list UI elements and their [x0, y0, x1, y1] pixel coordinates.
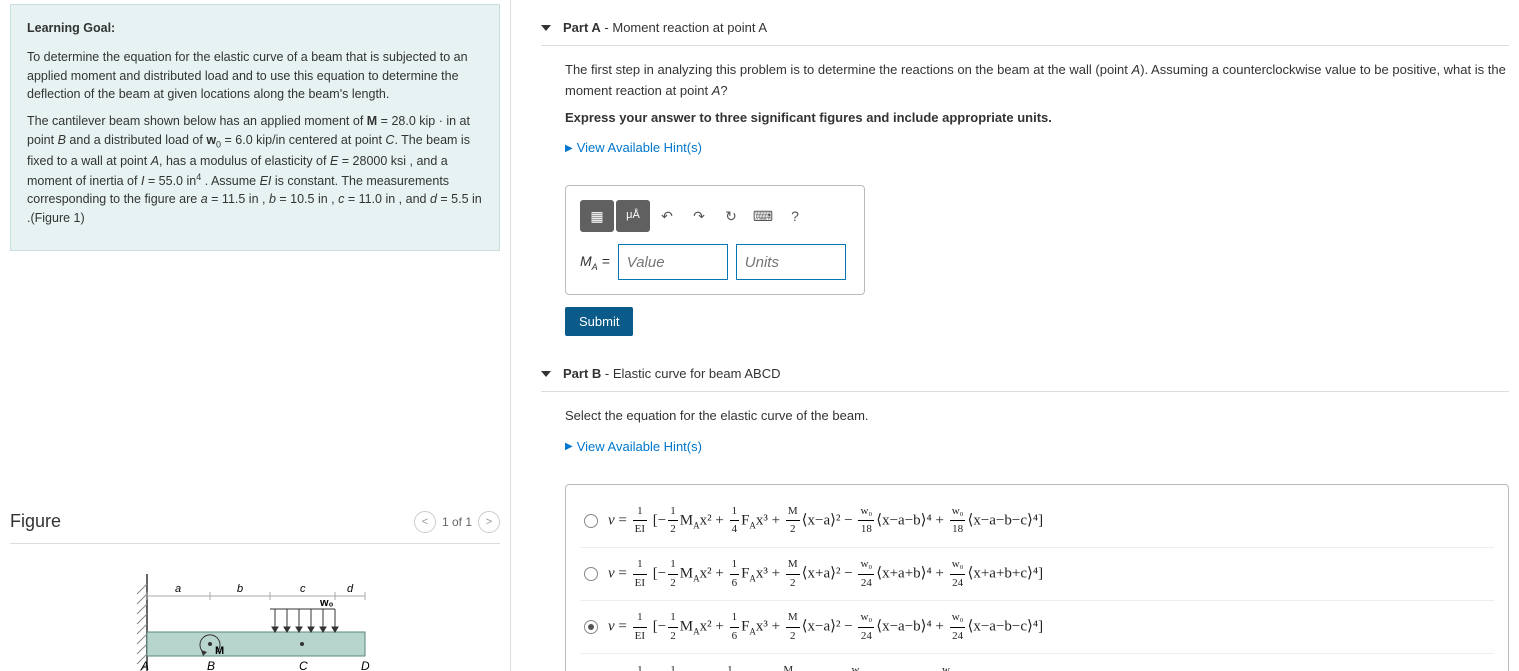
figure-header: Figure < 1 of 1 > [10, 511, 500, 544]
figure-title: Figure [10, 511, 61, 532]
part-b-question: Select the equation for the elastic curv… [565, 406, 1509, 427]
units-input[interactable] [736, 244, 846, 280]
caret-down-icon [541, 25, 551, 31]
svg-text:d: d [347, 583, 354, 595]
figure-nav: < 1 of 1 > [414, 511, 500, 533]
svg-text:M: M [215, 645, 224, 657]
svg-text:a: a [175, 583, 181, 595]
figure-next-button[interactable]: > [478, 511, 500, 533]
radio-button[interactable] [584, 620, 598, 634]
equation-option: v = 1EI [−12MAx² + 14FAx³ + M2⟨x−a⟩² − w… [608, 503, 1043, 539]
svg-text:D: D [361, 659, 370, 671]
figure-page: 1 of 1 [442, 515, 472, 529]
option-row[interactable]: v = 1EI [−12MAx² + 16FAx³ + M2⟨x−a⟩² − w… [580, 601, 1494, 654]
units-button[interactable]: μÅ [616, 200, 650, 232]
svg-text:C: C [299, 659, 308, 671]
lg-p2: The cantilever beam shown below has an a… [27, 112, 483, 228]
option-row[interactable]: v = 1EI [−12MAx² + 16FAx³ + M2⟨x+a⟩² − w… [580, 548, 1494, 601]
options-box: v = 1EI [−12MAx² + 14FAx³ + M2⟨x−a⟩² − w… [565, 484, 1509, 671]
caret-down-icon [541, 371, 551, 377]
part-b-sub: - Elastic curve for beam ABCD [601, 366, 780, 381]
svg-text:c: c [300, 583, 306, 595]
option-row[interactable]: v = 1EI [−12MAx² + 14FAx³ + M2⟨x−a⟩² − w… [580, 495, 1494, 548]
part-b-header[interactable]: Part B - Elastic curve for beam ABCD [541, 366, 1509, 392]
undo-button[interactable]: ↶ [652, 200, 682, 232]
reset-button[interactable]: ↻ [716, 200, 746, 232]
var-label: MA = [580, 250, 610, 274]
part-b-label: Part B [563, 366, 601, 381]
svg-text:b: b [237, 583, 243, 595]
svg-text:A: A [140, 659, 149, 671]
lg-p1: To determine the equation for the elasti… [27, 48, 483, 104]
redo-button[interactable]: ↷ [684, 200, 714, 232]
part-a-header[interactable]: Part A - Moment reaction at point A [541, 20, 1509, 46]
templates-button[interactable]: ▦ [580, 200, 614, 232]
learning-goal-box: Learning Goal: To determine the equation… [10, 4, 500, 251]
option-row[interactable]: v = 1EI [−12MAx + 16FAx² + M2⟨x−a⟩ − w₀2… [580, 654, 1494, 671]
help-button[interactable]: ? [780, 200, 810, 232]
equation-option: v = 1EI [−12MAx² + 16FAx³ + M2⟨x+a⟩² − w… [608, 556, 1043, 592]
radio-button[interactable] [584, 567, 598, 581]
figure-prev-button[interactable]: < [414, 511, 436, 533]
part-a-submit-button[interactable]: Submit [565, 307, 633, 336]
equation-option: v = 1EI [−12MAx² + 16FAx³ + M2⟨x−a⟩² − w… [608, 609, 1043, 645]
part-a-question: The first step in analyzing this problem… [565, 60, 1509, 102]
radio-button[interactable] [584, 514, 598, 528]
figure-diagram: a b c d w₀ M A B C D [10, 574, 500, 671]
equation-option: v = 1EI [−12MAx + 16FAx² + M2⟨x−a⟩ − w₀2… [608, 662, 1033, 671]
part-b-hints-link[interactable]: View Available Hint(s) [565, 437, 702, 458]
part-a-sub: - Moment reaction at point A [601, 20, 767, 35]
value-input[interactable] [618, 244, 728, 280]
part-a-label: Part A [563, 20, 601, 35]
keyboard-button[interactable]: ⌨ [748, 200, 778, 232]
lg-title: Learning Goal: [27, 19, 483, 38]
svg-text:B: B [207, 659, 215, 671]
part-a-instruct: Express your answer to three significant… [565, 108, 1509, 129]
part-a-hints-link[interactable]: View Available Hint(s) [565, 138, 702, 159]
answer-input-box: ▦ μÅ ↶ ↷ ↻ ⌨ ? MA = [565, 185, 865, 295]
svg-text:w₀: w₀ [319, 597, 334, 609]
